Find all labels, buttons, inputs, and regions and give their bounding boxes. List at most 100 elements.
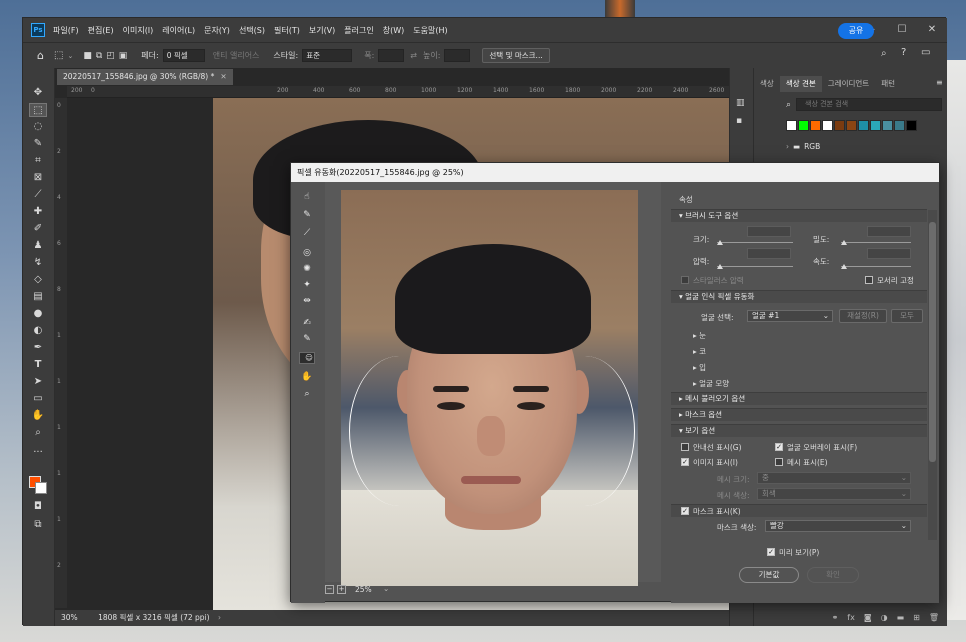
rate-input[interactable]: [867, 248, 911, 259]
face-tool-icon[interactable]: ☺: [299, 352, 315, 364]
pressure-slider[interactable]: [717, 266, 793, 267]
menu-image[interactable]: 이미지(I): [123, 25, 154, 36]
stylus-pressure-checkbox[interactable]: [681, 276, 689, 284]
show-guides-checkbox[interactable]: [681, 443, 689, 451]
density-input[interactable]: [867, 226, 911, 237]
select-and-mask-button[interactable]: 선택 및 마스크...: [482, 48, 550, 63]
brush-options-header[interactable]: ▾ 브러시 도구 옵션: [671, 209, 927, 222]
zoom-tool-icon[interactable]: ⌕: [299, 387, 315, 401]
color-swatch[interactable]: [882, 120, 893, 131]
background-color-swatch[interactable]: [35, 482, 47, 494]
menu-file[interactable]: 파일(F): [53, 25, 79, 36]
move-tool-icon[interactable]: ✥: [29, 86, 47, 100]
width-input[interactable]: [378, 49, 405, 62]
mask-options-header[interactable]: ▸ 마스크 옵션: [671, 408, 927, 421]
color-swatch[interactable]: [870, 120, 881, 131]
panel-menu-icon[interactable]: ≡: [936, 78, 943, 87]
document-tab[interactable]: 20220517_155846.jpg @ 30% (RGB/8) * ✕: [57, 69, 233, 85]
liquify-preview[interactable]: ▲ ▼: [325, 182, 697, 586]
smooth-tool-icon[interactable]: ⟋: [299, 226, 315, 240]
preview-checkbox[interactable]: ✓: [767, 548, 775, 556]
density-slider[interactable]: [841, 242, 911, 243]
screen-mode-icon[interactable]: ⧉: [29, 518, 47, 532]
color-swatch[interactable]: [858, 120, 869, 131]
density-slider-knob[interactable]: [841, 240, 847, 245]
new-selection-icon[interactable]: ■: [83, 51, 92, 61]
style-select[interactable]: 표준: [302, 49, 353, 62]
antialias-checkbox[interactable]: 앤티 앨리어스: [213, 50, 260, 61]
zoom-level[interactable]: 30%: [61, 613, 78, 622]
tab-swatches[interactable]: 색상 견본: [779, 76, 822, 92]
face-mouth-item[interactable]: ▸ 입: [693, 362, 706, 373]
reconstruct-tool-icon[interactable]: ✎: [299, 208, 315, 222]
maximize-icon[interactable]: ☐: [887, 18, 917, 42]
zoom-tool-icon[interactable]: ⌕: [29, 426, 47, 440]
menu-layer[interactable]: 레이어(L): [162, 25, 195, 36]
bloat-tool-icon[interactable]: ✦: [299, 278, 315, 292]
mesh-color-select[interactable]: 회색 ⌄: [757, 488, 911, 500]
hand-tool-icon[interactable]: ✋: [29, 409, 47, 423]
face-nose-item[interactable]: ▸ 코: [693, 346, 706, 357]
zoom-in-icon[interactable]: +: [337, 585, 346, 594]
shape-tool-icon[interactable]: ▭: [29, 392, 47, 406]
subtract-selection-icon[interactable]: ◰: [106, 51, 115, 61]
marquee-preset-icon[interactable]: ⬚: [54, 50, 63, 61]
pen-tool-icon[interactable]: ✒: [29, 341, 47, 355]
properties-scroll-thumb[interactable]: [929, 222, 936, 462]
color-swatch[interactable]: [810, 120, 821, 131]
mesh-size-select[interactable]: 중 ⌄: [757, 472, 911, 484]
color-swatch[interactable]: [786, 120, 797, 131]
close-icon[interactable]: ✕: [917, 18, 947, 42]
add-selection-icon[interactable]: ⧉: [96, 51, 102, 61]
mask-color-select[interactable]: 빨강 ⌄: [765, 520, 911, 532]
color-swatch[interactable]: [834, 120, 845, 131]
frame-tool-icon[interactable]: ⊠: [29, 171, 47, 185]
tab-patterns[interactable]: 패턴: [875, 76, 901, 92]
menu-filter[interactable]: 필터(T): [274, 25, 300, 36]
path-select-tool-icon[interactable]: ➤: [29, 375, 47, 389]
forward-warp-tool-icon[interactable]: ☝: [299, 190, 315, 204]
history-panel-icon[interactable]: ▥: [736, 98, 745, 108]
zoom-out-icon[interactable]: −: [325, 585, 334, 594]
menu-window[interactable]: 창(W): [383, 25, 405, 36]
view-options-header[interactable]: ▾ 보기 옵션: [671, 424, 927, 437]
thaw-mask-tool-icon[interactable]: ✎: [299, 332, 315, 346]
show-mask-checkbox[interactable]: ✓: [681, 507, 689, 515]
mask-icon[interactable]: ◙: [864, 613, 872, 622]
pin-edges-checkbox[interactable]: [865, 276, 873, 284]
color-swatch[interactable]: [846, 120, 857, 131]
reset-button[interactable]: 재설정(R): [839, 309, 887, 323]
rate-slider-knob[interactable]: [841, 264, 847, 269]
pressure-input[interactable]: [747, 248, 791, 259]
workspace-icon[interactable]: ▭: [921, 47, 930, 58]
history-brush-tool-icon[interactable]: ↯: [29, 256, 47, 270]
home-icon[interactable]: ⌂: [37, 49, 44, 62]
menu-edit[interactable]: 편집(E): [88, 25, 114, 36]
help-icon[interactable]: ?: [901, 47, 906, 58]
tab-gradients[interactable]: 그레이디언트: [822, 76, 875, 92]
face-overlay-guide[interactable]: [585, 356, 635, 506]
color-swatch[interactable]: [894, 120, 905, 131]
group-folder-icon[interactable]: ▬: [897, 613, 905, 622]
default-button[interactable]: 기본값: [739, 567, 799, 583]
face-eyes-item[interactable]: ▸ 눈: [693, 330, 706, 341]
trash-icon[interactable]: 🗑: [929, 613, 939, 622]
close-tab-icon[interactable]: ✕: [220, 72, 226, 81]
lasso-tool-icon[interactable]: ◌: [29, 120, 47, 134]
color-swatch[interactable]: [822, 120, 833, 131]
chevron-down-icon[interactable]: ⌄: [67, 52, 73, 60]
menu-view[interactable]: 보기(V): [309, 25, 335, 36]
crop-tool-icon[interactable]: ⌗: [29, 154, 47, 168]
link-icon[interactable]: ⚭: [832, 613, 839, 622]
new-layer-icon[interactable]: ⊞: [913, 613, 920, 622]
marquee-tool-icon[interactable]: ⬚: [29, 103, 47, 117]
twirl-tool-icon[interactable]: ◎: [299, 246, 315, 260]
swap-icon[interactable]: ⇄: [410, 51, 417, 60]
eraser-tool-icon[interactable]: ◇: [29, 273, 47, 287]
size-input[interactable]: [747, 226, 791, 237]
search-icon[interactable]: ⌕: [881, 48, 887, 59]
stamp-tool-icon[interactable]: ♟: [29, 239, 47, 253]
share-button[interactable]: 공유: [838, 23, 874, 39]
menu-select[interactable]: 선택(S): [239, 25, 265, 36]
height-input[interactable]: [444, 49, 471, 62]
